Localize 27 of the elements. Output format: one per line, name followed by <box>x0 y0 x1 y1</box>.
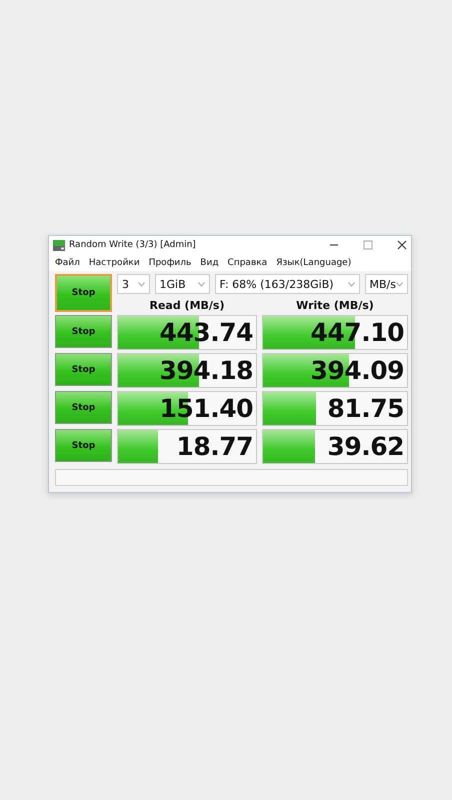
menu-item[interactable]: Справка <box>228 258 268 268</box>
menu-item[interactable]: Профиль <box>148 258 192 268</box>
speed-value: 81.75 <box>327 394 405 423</box>
stop-button[interactable]: Stop <box>55 353 112 386</box>
caret-icon <box>348 282 355 286</box>
menu-item[interactable]: Вид <box>200 258 219 268</box>
dropdown[interactable]: MB/s <box>364 274 408 294</box>
menu-item[interactable]: Язык(Language) <box>276 258 352 268</box>
dropdown[interactable]: 1GiB <box>154 274 210 294</box>
app-icon <box>53 240 65 250</box>
caret-icon <box>198 282 204 286</box>
caret-icon <box>396 282 403 286</box>
stop-button[interactable]: Stop <box>55 429 112 462</box>
speed-value: 39.62 <box>327 432 405 461</box>
column-header: Read (MB/s) <box>148 299 226 312</box>
close-icon[interactable] <box>397 240 407 250</box>
column-header: Write (MB/s) <box>295 299 375 312</box>
stop-all-button[interactable]: Stop <box>55 274 112 312</box>
dropdown[interactable]: F: 68% (163/238GiB) <box>214 274 360 294</box>
stop-button[interactable]: Stop <box>55 391 112 424</box>
stop-button[interactable]: Stop <box>55 315 112 348</box>
menu-item[interactable]: Настройки <box>88 258 140 268</box>
window-title: Random Write (3/3) [Admin] <box>69 240 197 250</box>
menu-item[interactable]: Файл <box>55 258 80 268</box>
caret-icon <box>138 282 144 286</box>
speed-value: 18.77 <box>176 432 254 461</box>
dropdown[interactable]: 3 <box>117 274 150 294</box>
